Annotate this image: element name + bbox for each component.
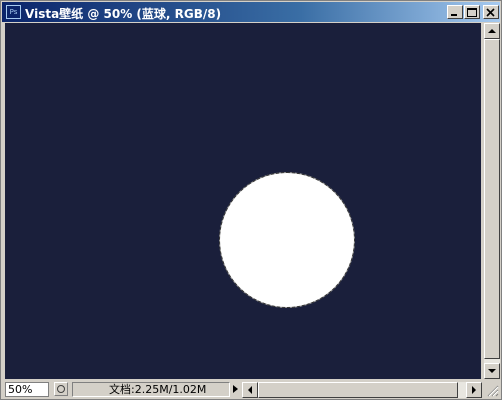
horizontal-scroll-thumb[interactable] xyxy=(258,382,458,398)
arrow-down-icon xyxy=(488,369,496,373)
document-window: Ps Vista壁纸 @ 50% (蓝球, RGB/8) 50% 文档:2.25… xyxy=(0,0,502,400)
vertical-scrollbar[interactable] xyxy=(484,23,500,379)
horizontal-scrollbar[interactable] xyxy=(242,382,482,398)
document-size-info[interactable]: 文档:2.25M/1.02M xyxy=(72,382,230,397)
scroll-down-button[interactable] xyxy=(484,363,500,379)
vertical-scroll-thumb[interactable] xyxy=(484,39,500,359)
arrow-right-icon xyxy=(472,386,476,394)
arrow-up-icon xyxy=(488,29,496,33)
navigator-icon[interactable] xyxy=(54,382,68,396)
scroll-up-button[interactable] xyxy=(484,23,500,39)
minimize-icon xyxy=(451,14,457,16)
maximize-icon xyxy=(467,8,477,17)
scroll-right-button[interactable] xyxy=(466,382,482,398)
close-button[interactable] xyxy=(483,5,499,19)
scroll-left-button[interactable] xyxy=(242,382,258,398)
minimize-button[interactable] xyxy=(447,5,463,19)
photoshop-app-icon[interactable]: Ps xyxy=(6,5,21,19)
image-canvas[interactable] xyxy=(5,23,481,379)
status-menu-arrow-icon[interactable] xyxy=(232,384,240,394)
maximize-button[interactable] xyxy=(464,5,480,19)
white-circle-selection[interactable] xyxy=(219,172,355,308)
close-icon xyxy=(486,8,495,17)
status-bar: 50% 文档:2.25M/1.02M xyxy=(2,381,500,399)
arrow-left-icon xyxy=(248,386,252,394)
window-title: Vista壁纸 @ 50% (蓝球, RGB/8) xyxy=(25,7,222,21)
title-bar[interactable]: Ps Vista壁纸 @ 50% (蓝球, RGB/8) xyxy=(2,2,500,22)
resize-grip-icon[interactable] xyxy=(485,383,499,397)
zoom-level-field[interactable]: 50% xyxy=(5,382,49,397)
